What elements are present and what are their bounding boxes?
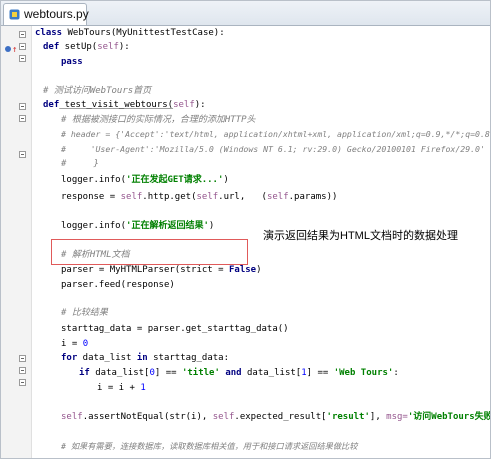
tab-label: webtours.py <box>24 7 89 21</box>
override-arrow-icon[interactable]: ↑ <box>12 45 17 55</box>
code-line: starttag_data = parser.get_starttag_data… <box>61 324 289 334</box>
code-line: self.assertNotEqual(str(i), self.expecte… <box>61 412 491 422</box>
code-line: response = self.http.get(self.url, (self… <box>61 192 338 202</box>
tab-webtours[interactable]: webtours.py <box>3 3 89 25</box>
code-line: parser = MyHTMLParser(strict = False) <box>61 265 262 275</box>
code-line: parser.feed(response) <box>61 280 175 290</box>
python-file-icon <box>9 9 20 20</box>
code-line: # 测试访问WebTours首页 <box>43 86 152 96</box>
code-line: # } <box>61 159 99 169</box>
code-line: # header = {'Accept':'text/html, applica… <box>61 129 491 139</box>
fold-toggle-icon[interactable] <box>19 379 26 386</box>
fold-toggle-icon[interactable] <box>19 103 26 110</box>
annotation-text: 演示返回结果为HTML文档时的数据处理 <box>263 230 458 242</box>
code-line: logger.info('正在发起GET请求...') <box>61 175 229 185</box>
fold-toggle-icon[interactable] <box>19 31 26 38</box>
fold-toggle-icon[interactable] <box>19 367 26 374</box>
tab-bar: webtours.py <box>1 1 490 26</box>
line-gutter <box>1 26 32 458</box>
code-line: # 根据被测接口的实际情况，合理的添加HTTP头 <box>61 115 256 125</box>
editor-window: webtours.py ↑ class WebTours(MyUnittestT… <box>0 0 491 459</box>
code-line: class WebTours(MyUnittestTestCase): <box>35 28 225 38</box>
override-marker-icon[interactable] <box>5 46 11 52</box>
code-line: def setUp(self): <box>43 42 130 52</box>
code-line: for data_list in starttag_data: <box>61 353 229 363</box>
fold-toggle-icon[interactable] <box>19 55 26 62</box>
fold-toggle-icon[interactable] <box>19 43 26 50</box>
annotation-highlight-box <box>51 239 248 265</box>
fold-toggle-icon[interactable] <box>19 151 26 158</box>
code-line: logger.info('正在解析返回结果') <box>61 221 215 231</box>
code-line: pass <box>61 57 83 67</box>
code-line: i = i + 1 <box>97 383 146 393</box>
fold-toggle-icon[interactable] <box>19 355 26 362</box>
code-line: def test_visit_webtours(self): <box>43 100 206 110</box>
code-line: i = 0 <box>61 339 89 349</box>
code-line: # 'User-Agent':'Mozilla/5.0 (Windows NT … <box>61 144 485 154</box>
fold-toggle-icon[interactable] <box>19 115 26 122</box>
code-line: # 如果有需要，连接数据库，读取数据库相关值，用于和接口请求返回结果做比较 <box>61 441 358 451</box>
code-line: # 比较结果 <box>61 308 108 318</box>
code-line: if data_list[0] == 'title' and data_list… <box>79 368 399 378</box>
